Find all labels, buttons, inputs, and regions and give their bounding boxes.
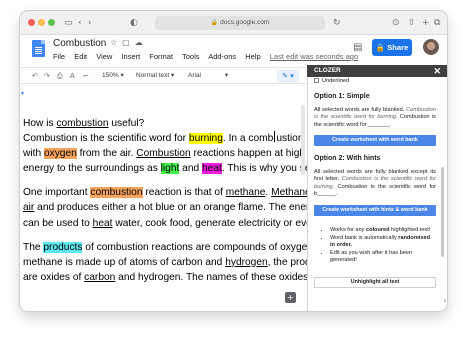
option1-title: Option 1: Simple [314, 93, 370, 100]
clozer-sidebar: Underlined Option 1: Simple All selected… [307, 77, 447, 311]
spellcheck-icon[interactable]: A [70, 71, 75, 81]
sidebar-toggle-icon[interactable]: ▭ [64, 16, 73, 30]
create-worksheet-word-bank-button[interactable]: Create worksheet with word bank [314, 135, 436, 146]
sidebar-header: CLOZER ✕ [307, 65, 447, 77]
chevron-down-icon: ▾ [171, 72, 175, 79]
option2-title: Option 2: With hints [314, 155, 381, 162]
underlined-label: Underlined [322, 78, 350, 84]
zoom-select[interactable]: 150% ▾ [102, 71, 124, 81]
last-edit-link[interactable]: Last edit was seconds ago [270, 52, 358, 61]
privacy-shield-icon[interactable]: ◐ [130, 16, 138, 30]
create-worksheet-hints-button[interactable]: Create worksheet with hints & word bank [314, 205, 436, 216]
doc-line: can be used to heat water, cook food, ge… [23, 217, 307, 229]
forward-icon[interactable]: › [88, 16, 92, 30]
chevron-down-icon: ▾ [224, 72, 229, 79]
doc-line: The products of combustion reactions are… [23, 241, 307, 253]
highlight-products: products [43, 241, 83, 253]
share-button[interactable]: 🔒 Share [372, 39, 412, 56]
editing-mode-button[interactable]: ✎ ▾ [277, 70, 299, 82]
highlight-combustion: combustion [90, 187, 143, 199]
doc-line: air and produces either a hot blue or an… [23, 202, 307, 214]
indent-marker-icon[interactable]: ▾ [21, 90, 24, 97]
doc-line: Combustion is the scientific word for bu… [23, 131, 307, 145]
doc-heading: How is combustion useful? [23, 118, 145, 129]
download-icon[interactable]: ⊙ [392, 16, 400, 30]
highlight-burning: burning [188, 133, 223, 145]
doc-line: One important combustion reaction is tha… [23, 187, 307, 199]
reload-icon[interactable]: ↻ [333, 16, 341, 30]
style-value: Normal text [136, 72, 170, 79]
move-folder-icon[interactable]: ▢ [122, 38, 135, 47]
browser-toolbar: ▭ ‹ › ◐ 🔒 docs.google.com ↻ ⊙ ⇧ + ⧉ [20, 11, 447, 35]
zoom-window-button[interactable] [48, 19, 55, 26]
menu-add-ons[interactable]: Add-ons [208, 52, 236, 61]
sidebar-title: CLOZER [314, 67, 341, 74]
add-comment-icon[interactable]: + [285, 292, 296, 303]
font-select[interactable]: Arial ▾ [188, 71, 228, 81]
highlight-oxygen: oxygen [43, 148, 77, 160]
list-item: Edit as you wish after it has been gener… [330, 250, 436, 264]
back-icon[interactable]: ‹ [78, 16, 82, 30]
address-bar[interactable]: 🔒 docs.google.com [155, 16, 325, 30]
google-docs-logo-icon[interactable] [32, 40, 45, 57]
style-select[interactable]: Normal text ▾ [136, 71, 174, 81]
menu-bar: File Edit View Insert Format Tools Add-o… [53, 52, 365, 61]
doc-line: energy to the surroundings as light and … [23, 163, 307, 175]
option2-description: All selected words are fully blanked exc… [314, 169, 436, 198]
share-label: Share [387, 43, 409, 52]
option1-description: All selected words are fully blanked. Co… [314, 107, 436, 128]
tab-overview-icon[interactable]: ⧉ [434, 16, 440, 30]
doc-line: are oxides of carbon and hydrogen. The n… [23, 271, 307, 283]
lock-icon: 🔒 [210, 20, 219, 26]
menu-file[interactable]: File [53, 52, 65, 61]
menu-edit[interactable]: Edit [74, 52, 87, 61]
sidebar-scrollbar[interactable] [441, 167, 444, 257]
redo-icon[interactable]: ↷ [44, 71, 50, 81]
paint-format-icon[interactable]: ⌐ [83, 71, 89, 81]
account-avatar[interactable] [423, 39, 439, 55]
checkbox[interactable] [314, 78, 319, 83]
menu-insert[interactable]: Insert [121, 52, 140, 61]
pencil-icon: ✎ [282, 72, 289, 80]
share-lock-icon: 🔒 [375, 43, 386, 52]
formatting-toolbar: ↶ ↷ ⎙ A ⌐ 150% ▾ Normal text ▾ Arial ▾ ✎… [20, 67, 307, 84]
comments-icon[interactable]: ▤ [353, 42, 362, 53]
close-icon[interactable]: ✕ [433, 65, 441, 77]
url-text: docs.google.com [220, 19, 270, 26]
document-title[interactable]: Combustion [53, 38, 106, 49]
browser-window: ▭ ‹ › ◐ 🔒 docs.google.com ↻ ⊙ ⇧ + ⧉ Combu… [20, 11, 447, 311]
new-tab-icon[interactable]: + [422, 16, 430, 30]
chevron-down-icon: ▾ [120, 72, 124, 79]
star-icon[interactable]: ☆ [110, 38, 122, 47]
list-item: Works for any coloured highlighted text! [330, 227, 436, 234]
chevron-left-icon[interactable]: ‹ [443, 297, 446, 305]
share-icon[interactable]: ⇧ [408, 16, 416, 30]
document-scrollbar[interactable] [301, 105, 305, 175]
cloud-status-icon[interactable]: ☁ [135, 38, 148, 47]
print-icon[interactable]: ⎙ [57, 71, 63, 81]
undo-icon[interactable]: ↶ [32, 71, 38, 81]
list-item: Word bank is automatically randomised in… [330, 235, 436, 249]
font-value: Arial [188, 72, 202, 79]
notes-list: Works for any coloured highlighted text!… [322, 227, 436, 265]
zoom-value: 150% [102, 72, 119, 79]
document-body[interactable]: How is combustion useful? Combustion is … [23, 116, 307, 285]
doc-line: methane is made up of atoms of carbon an… [23, 256, 307, 268]
menu-help[interactable]: Help [245, 52, 260, 61]
highlight-light: light [160, 163, 180, 175]
menu-view[interactable]: View [96, 52, 112, 61]
menu-tools[interactable]: Tools [182, 52, 200, 61]
unhighlight-all-button[interactable]: Unhighlight all text [314, 277, 436, 288]
minimize-window-button[interactable] [38, 19, 45, 26]
highlight-heat: heat [202, 163, 222, 175]
doc-line: with oxygen from the air. Combustion rea… [23, 148, 306, 160]
close-window-button[interactable] [28, 19, 35, 26]
menu-format[interactable]: Format [149, 52, 173, 61]
document-canvas[interactable]: ▾ How is combustion useful? Combustion i… [20, 85, 307, 311]
underlined-checkbox-row[interactable]: Underlined [314, 78, 349, 85]
